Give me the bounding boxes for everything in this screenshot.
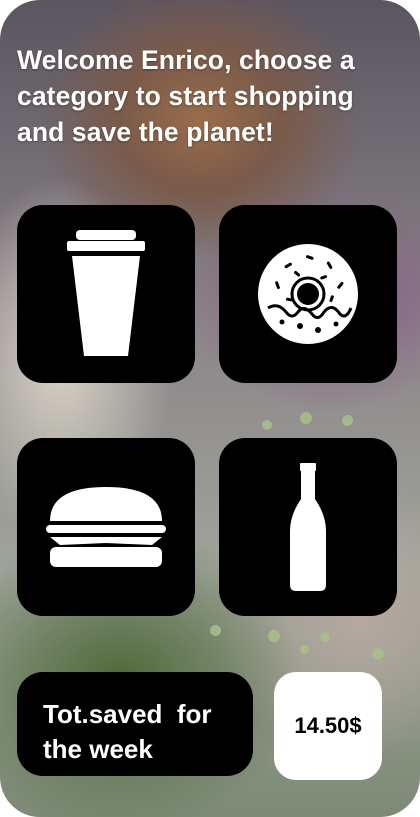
background-decoration [262, 420, 272, 430]
category-sweets-button[interactable] [219, 205, 397, 383]
savings-amount-badge: 14.50$ [274, 672, 382, 780]
donut-icon [258, 244, 358, 344]
background-decoration [300, 412, 312, 424]
category-drinks-alcohol-button[interactable] [219, 438, 397, 616]
bottle-icon [290, 463, 326, 591]
burger-icon [46, 487, 166, 567]
app-screen: Welcome Enrico, choose a category to sta… [0, 0, 420, 817]
background-decoration [210, 625, 221, 636]
category-food-button[interactable] [17, 438, 195, 616]
background-decoration [268, 630, 280, 642]
weekly-savings-label: Tot.saved for the week [43, 699, 219, 764]
welcome-heading: Welcome Enrico, choose a category to sta… [17, 45, 355, 147]
background-decoration [300, 645, 309, 654]
coffee-cup-icon [67, 230, 145, 356]
weekly-savings-card: Tot.saved for the week [17, 672, 253, 776]
category-drinks-button[interactable] [17, 205, 195, 383]
background-decoration [372, 648, 384, 660]
background-decoration [342, 415, 353, 426]
background-decoration [320, 632, 330, 642]
savings-amount: 14.50$ [294, 713, 362, 738]
